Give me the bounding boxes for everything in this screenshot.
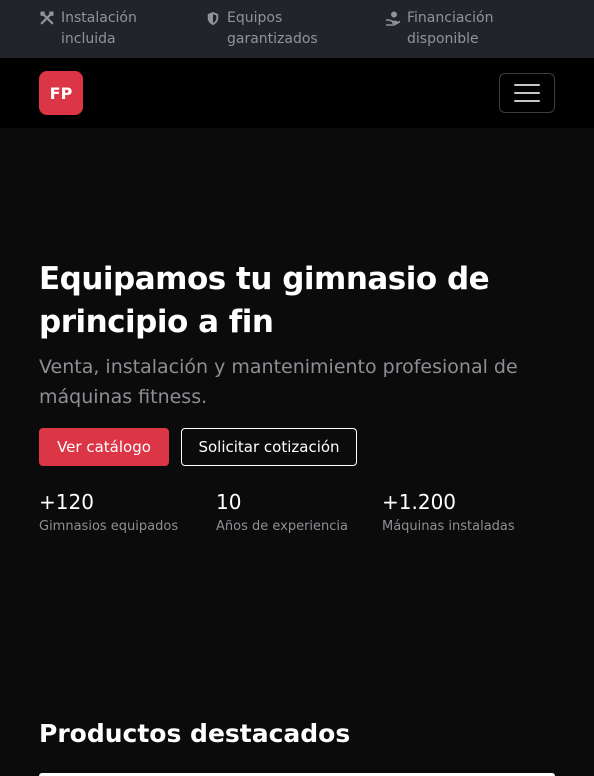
topbar-item-installation: Instalación incluida: [39, 8, 171, 50]
navbar: FP: [0, 58, 594, 128]
hamburger-menu-icon: [514, 92, 540, 94]
top-info-bar: Instalación incluida Equipos garantizado…: [0, 0, 594, 58]
hand-money-icon: [385, 10, 401, 26]
stat-years: 10 Años de experiencia: [216, 488, 348, 538]
featured-products-title: Productos destacados: [39, 719, 351, 748]
hamburger-menu-icon: [514, 84, 540, 86]
brand-logo[interactable]: FP: [39, 71, 83, 115]
navbar-toggle-button[interactable]: [499, 73, 555, 113]
view-catalog-button[interactable]: Ver catálogo: [39, 428, 169, 466]
topbar-item-label: Instalación incluida: [61, 10, 137, 47]
hamburger-menu-icon: [514, 100, 540, 102]
shield-icon: [205, 10, 221, 26]
stat-label: Gimnasios equipados: [39, 519, 179, 534]
stat-label: Máquinas instaladas: [382, 519, 515, 534]
hero-subtitle: Venta, instalación y mantenimiento profe…: [39, 356, 518, 408]
topbar-item-label: Financiación disponible: [407, 10, 494, 47]
stat-value: 10: [216, 490, 242, 514]
topbar-item-label: Equipos garantizados: [227, 10, 318, 47]
tools-icon: [39, 10, 55, 26]
stat-label: Años de experiencia: [216, 519, 349, 534]
request-quote-button[interactable]: Solicitar cotización: [181, 428, 357, 466]
topbar-item-financing: Financiación disponible: [385, 8, 527, 50]
topbar-item-warranty: Equipos garantizados: [205, 8, 337, 50]
stat-gyms: +120 Gimnasios equipados: [39, 488, 178, 538]
stat-machines: +1.200 Máquinas instaladas: [382, 488, 515, 538]
hero-title: Equipamos tu gimnasio de principio a fin: [39, 261, 490, 340]
stat-value: +120: [39, 490, 94, 514]
stat-value: +1.200: [382, 490, 457, 514]
